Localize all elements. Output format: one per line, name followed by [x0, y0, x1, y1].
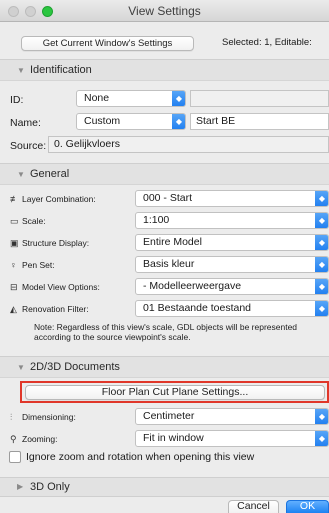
general-row-popup[interactable]: 000 - Start ◆: [135, 190, 329, 207]
ignore-zoom-checkbox[interactable]: [9, 451, 21, 463]
general-row-popup[interactable]: 1:100 ◆: [135, 212, 329, 229]
model-view-options-icon: ⊟: [10, 282, 18, 292]
general-row-popup-value: Entire Model: [143, 236, 202, 248]
dimensioning-label: ⫶ Dimensioning:: [10, 412, 76, 423]
dimensioning-label-text: Dimensioning:: [22, 412, 76, 422]
general-row-label: ▣ Structure Display:: [10, 238, 89, 249]
general-section-header[interactable]: ▼ General: [0, 163, 329, 185]
general-row-popup[interactable]: Entire Model ◆: [135, 234, 329, 251]
zoom-magnifier-icon: ⚲: [10, 434, 17, 444]
general-row-label: ▭ Scale:: [10, 216, 46, 227]
general-row-label: ◭ Renovation Filter:: [10, 304, 89, 315]
zooming-label: ⚲ Zooming:: [10, 434, 57, 445]
footer-bar: [0, 496, 329, 513]
popup-arrows-icon: ◆: [315, 235, 328, 250]
disclosure-triangle-down-icon: ▼: [17, 363, 25, 372]
popup-arrows-icon: ◆: [172, 91, 185, 106]
floor-plan-cut-plane-settings-button[interactable]: Floor Plan Cut Plane Settings...: [25, 385, 325, 400]
name-text-field[interactable]: Start BE: [190, 113, 329, 130]
general-row-label-text: Scale:: [22, 216, 46, 226]
popup-arrows-icon: ◆: [315, 213, 328, 228]
popup-arrows-icon: ◆: [172, 114, 185, 129]
structure-display-icon: ▣: [10, 238, 19, 248]
general-row-label: ♀ Pen Set:: [10, 260, 55, 270]
general-row-label: ≢ Layer Combination:: [10, 194, 96, 204]
cancel-button[interactable]: Cancel: [228, 500, 279, 513]
pen-set-icon: ♀: [10, 260, 17, 270]
general-row-popup[interactable]: 01 Bestaande toestand ◆: [135, 300, 329, 317]
section-title: Identification: [30, 64, 92, 76]
general-row-label-text: Renovation Filter:: [22, 304, 89, 314]
general-row-label-text: Model View Options:: [22, 282, 100, 292]
zooming-popup-value: Fit in window: [143, 432, 204, 444]
general-row-popup-value: - Modelleerweergave: [143, 280, 242, 292]
name-popup-value: Custom: [84, 115, 121, 127]
section-title: General: [30, 168, 70, 180]
general-row-label-text: Structure Display:: [22, 238, 90, 248]
dimensioning-popup[interactable]: Centimeter ◆: [135, 408, 329, 425]
scale-note-line: according to the source viewpoint's scal…: [34, 332, 191, 342]
name-label: Name:: [10, 117, 41, 129]
section-title: 3D Only: [30, 481, 70, 493]
general-row-label-text: Pen Set:: [22, 260, 55, 270]
3d-only-section-header[interactable]: ▶ 3D Only: [0, 477, 329, 496]
general-row-label: ⊟ Model View Options:: [10, 282, 100, 293]
general-row-popup-value: 01 Bestaande toestand: [143, 302, 252, 314]
layer-combination-icon: ≢: [10, 194, 19, 204]
disclosure-triangle-down-icon: ▼: [17, 170, 25, 179]
renovation-filter-icon: ◭: [10, 304, 17, 314]
ok-button[interactable]: OK: [286, 500, 329, 513]
identification-section-header[interactable]: ▼ Identification: [0, 59, 329, 81]
scale-note: Note: Regardless of this view's scale, G…: [34, 322, 326, 342]
id-text-field[interactable]: [190, 90, 329, 107]
popup-arrows-icon: ◆: [315, 191, 328, 206]
name-popup[interactable]: Custom ◆: [76, 113, 186, 130]
general-row-label-text: Layer Combination:: [22, 194, 96, 204]
ignore-zoom-label[interactable]: Ignore zoom and rotation when opening th…: [26, 451, 254, 463]
general-row-popup-value: Basis kleur: [143, 258, 195, 270]
dimensioning-popup-value: Centimeter: [143, 410, 195, 422]
popup-arrows-icon: ◆: [315, 301, 328, 316]
popup-arrows-icon: ◆: [315, 431, 328, 446]
id-label: ID:: [10, 94, 24, 106]
section-title: 2D/3D Documents: [30, 361, 120, 373]
selected-status: Selected: 1, Editable:: [222, 37, 312, 48]
window-title: View Settings: [128, 4, 201, 18]
id-popup-value: None: [84, 92, 110, 104]
general-row-popup-value: 1:100: [143, 214, 170, 226]
general-row-popup-value: 000 - Start: [143, 192, 193, 204]
popup-arrows-icon: ◆: [315, 279, 328, 294]
popup-arrows-icon: ◆: [315, 409, 328, 424]
zooming-popup[interactable]: Fit in window ◆: [135, 430, 329, 447]
documents-section-header[interactable]: ▼ 2D/3D Documents: [0, 356, 329, 378]
dimensioning-icon: ⫶: [10, 412, 13, 422]
zooming-label-text: Zooming:: [22, 434, 58, 444]
scale-note-line: Note: Regardless of this view's scale, G…: [34, 322, 298, 332]
source-label: Source:: [10, 140, 47, 152]
general-row-popup[interactable]: - Modelleerweergave ◆: [135, 278, 329, 295]
disclosure-triangle-right-icon: ▶: [17, 482, 24, 491]
general-row-popup[interactable]: Basis kleur ◆: [135, 256, 329, 273]
popup-arrows-icon: ◆: [315, 257, 328, 272]
disclosure-triangle-down-icon: ▼: [17, 66, 25, 75]
scale-icon: ▭: [10, 216, 19, 226]
id-popup[interactable]: None ◆: [76, 90, 186, 107]
get-current-window-settings-button[interactable]: Get Current Window's Settings: [21, 36, 194, 51]
source-field: 0. Gelijkvloers: [48, 136, 329, 153]
